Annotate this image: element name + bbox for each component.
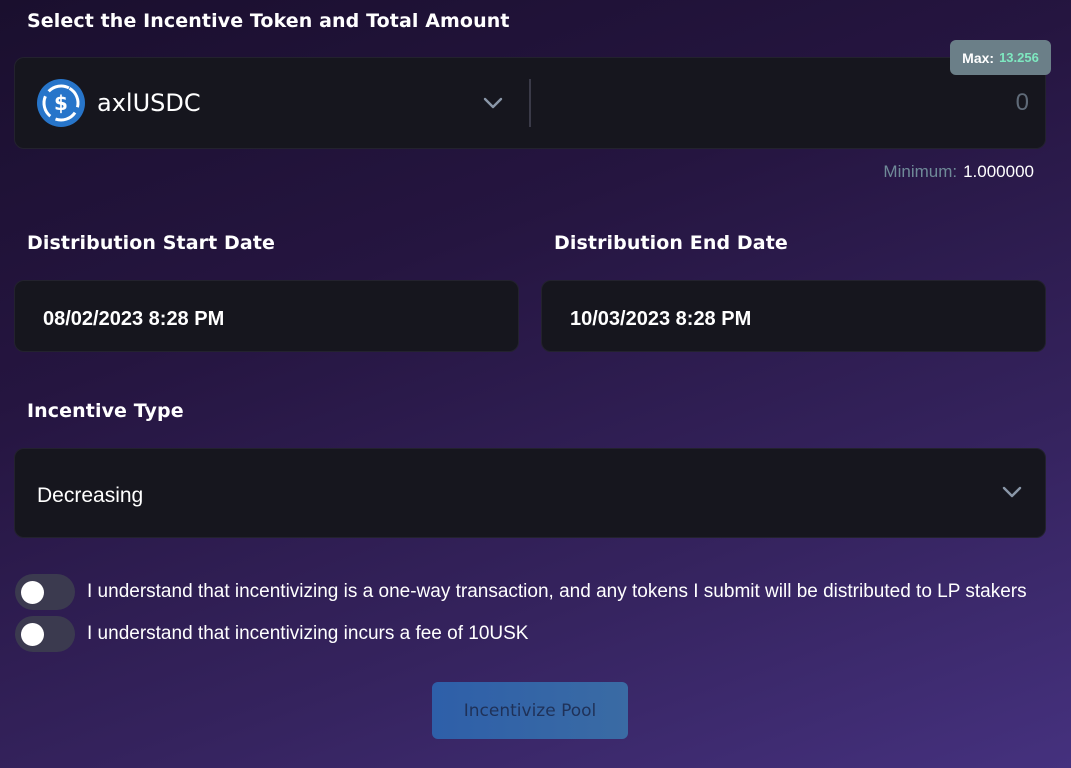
max-label: Max: [962, 49, 995, 66]
agreement-label-one-way: I understand that incentivizing is a one… [87, 581, 1027, 602]
incentive-type-select[interactable]: Decreasing [14, 448, 1046, 538]
toggle-knob [21, 581, 44, 604]
end-date-label: Distribution End Date [554, 232, 788, 254]
token-section-title: Select the Incentive Token and Total Amo… [27, 10, 510, 32]
amount-input[interactable] [545, 78, 1029, 128]
token-amount-panel: $ axlUSDC [14, 57, 1046, 149]
start-date-value: 08/02/2023 8:28 PM [43, 308, 225, 330]
minimum-amount: Minimum: 1.000000 [883, 162, 1034, 182]
agreement-label-fee: I understand that incentivizing incurs a… [87, 623, 529, 644]
end-date-input[interactable]: 10/03/2023 8:28 PM [541, 280, 1046, 352]
minimum-label: Minimum: [883, 162, 958, 181]
minimum-value: 1.000000 [963, 162, 1034, 181]
start-date-label: Distribution Start Date [27, 232, 275, 254]
toggle-knob [21, 623, 44, 646]
chevron-down-icon[interactable] [1000, 480, 1024, 504]
max-button[interactable]: Max: 13.256 [950, 40, 1051, 75]
token-name[interactable]: axlUSDC [97, 89, 201, 117]
chevron-down-icon[interactable] [481, 91, 505, 115]
agreement-toggle-one-way[interactable] [15, 574, 75, 610]
agreement-toggle-fee[interactable] [15, 616, 75, 652]
usdc-icon[interactable]: $ [37, 79, 85, 127]
max-value: 13.256 [999, 50, 1039, 65]
incentive-type-value: Decreasing [37, 484, 144, 507]
end-date-value: 10/03/2023 8:28 PM [570, 308, 752, 330]
svg-text:$: $ [54, 91, 68, 115]
incentivize-pool-button[interactable]: Incentivize Pool [432, 682, 628, 739]
incentive-type-label: Incentive Type [27, 400, 184, 422]
divider [529, 79, 531, 127]
start-date-input[interactable]: 08/02/2023 8:28 PM [14, 280, 519, 352]
